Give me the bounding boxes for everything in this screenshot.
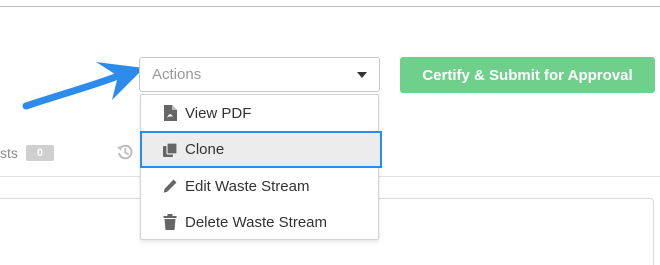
trash-icon bbox=[163, 214, 177, 230]
count-badge: 0 bbox=[25, 145, 54, 161]
menu-item-label: Edit Waste Stream bbox=[185, 177, 310, 195]
clone-icon bbox=[163, 141, 177, 157]
actions-dropdown[interactable]: Actions bbox=[139, 57, 380, 92]
menu-item-label: Clone bbox=[185, 141, 225, 158]
menu-item-delete-waste-stream[interactable]: Delete Waste Stream bbox=[141, 204, 380, 240]
history-icon[interactable] bbox=[116, 143, 134, 161]
tab-label: sts bbox=[0, 145, 18, 161]
chevron-down-icon bbox=[357, 71, 367, 78]
top-divider bbox=[0, 6, 660, 7]
file-pdf-icon bbox=[164, 105, 177, 121]
actions-menu: View PDF Clone Edit Waste Stream Delete … bbox=[140, 94, 382, 240]
menu-item-clone[interactable]: Clone bbox=[140, 131, 382, 168]
menu-item-view-pdf[interactable]: View PDF bbox=[141, 95, 380, 131]
menu-item-edit-waste-stream[interactable]: Edit Waste Stream bbox=[141, 168, 380, 204]
menu-item-label: View PDF bbox=[185, 104, 252, 122]
pencil-icon bbox=[163, 179, 177, 193]
certify-submit-button[interactable]: Certify & Submit for Approval bbox=[400, 57, 655, 93]
annotation-arrow-icon bbox=[22, 62, 144, 110]
actions-dropdown-placeholder: Actions bbox=[152, 66, 202, 83]
tab-fragment[interactable]: sts 0 bbox=[0, 144, 54, 162]
menu-item-label: Delete Waste Stream bbox=[185, 213, 327, 231]
